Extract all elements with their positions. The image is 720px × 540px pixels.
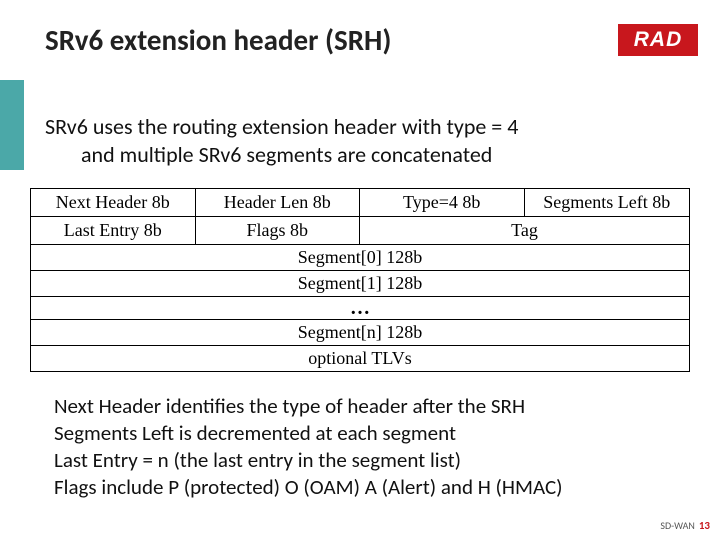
cell-flags: Flags 8b: [196, 217, 361, 244]
desc-line: Segments Left is decremented at each seg…: [54, 420, 694, 447]
desc-line: Last Entry = n (the last entry in the se…: [54, 447, 694, 474]
table-row: Segment[0] 128b: [31, 244, 689, 270]
cell-segmentn: Segment[n] 128b: [31, 320, 689, 345]
srh-layout-table: Next Header 8b Header Len 8b Type=4 8b S…: [30, 188, 690, 372]
cell-segment1: Segment[1] 128b: [31, 271, 689, 296]
cell-tag: Tag: [360, 217, 689, 244]
page-number: 13: [699, 519, 710, 532]
cell-last-entry: Last Entry 8b: [31, 217, 196, 244]
table-row: Last Entry 8b Flags 8b Tag: [31, 216, 689, 244]
cell-type: Type=4 8b: [360, 189, 525, 216]
cell-header-len: Header Len 8b: [196, 189, 361, 216]
table-row: Segment[n] 128b: [31, 319, 689, 345]
accent-bar: [0, 80, 24, 170]
desc-line: Next Header identifies the type of heade…: [54, 393, 694, 420]
page-title: SRv6 extension header (SRH): [45, 22, 391, 58]
cell-optional-tlvs: optional TLVs: [31, 346, 689, 371]
cell-next-header: Next Header 8b: [31, 189, 196, 216]
description-block: Next Header identifies the type of heade…: [54, 393, 694, 501]
desc-line: Flags include P (protected) O (OAM) A (A…: [54, 474, 694, 501]
footer-label: SD-WAN: [660, 519, 695, 532]
cell-segments-left: Segments Left 8b: [525, 189, 690, 216]
table-row: optional TLVs: [31, 345, 689, 371]
table-row: …: [31, 296, 689, 319]
cell-ellipsis: …: [31, 297, 689, 319]
intro-text: SRv6 uses the routing extension header w…: [45, 113, 665, 168]
table-row: Segment[1] 128b: [31, 270, 689, 296]
footer: SD-WAN 13: [660, 519, 710, 532]
cell-segment0: Segment[0] 128b: [31, 245, 689, 270]
intro-line1: SRv6 uses the routing extension header w…: [45, 113, 665, 141]
brand-logo: RAD: [618, 24, 698, 56]
table-row: Next Header 8b Header Len 8b Type=4 8b S…: [31, 189, 689, 216]
intro-line2: and multiple SRv6 segments are concatena…: [45, 141, 665, 169]
brand-logo-text: RAD: [634, 28, 683, 52]
